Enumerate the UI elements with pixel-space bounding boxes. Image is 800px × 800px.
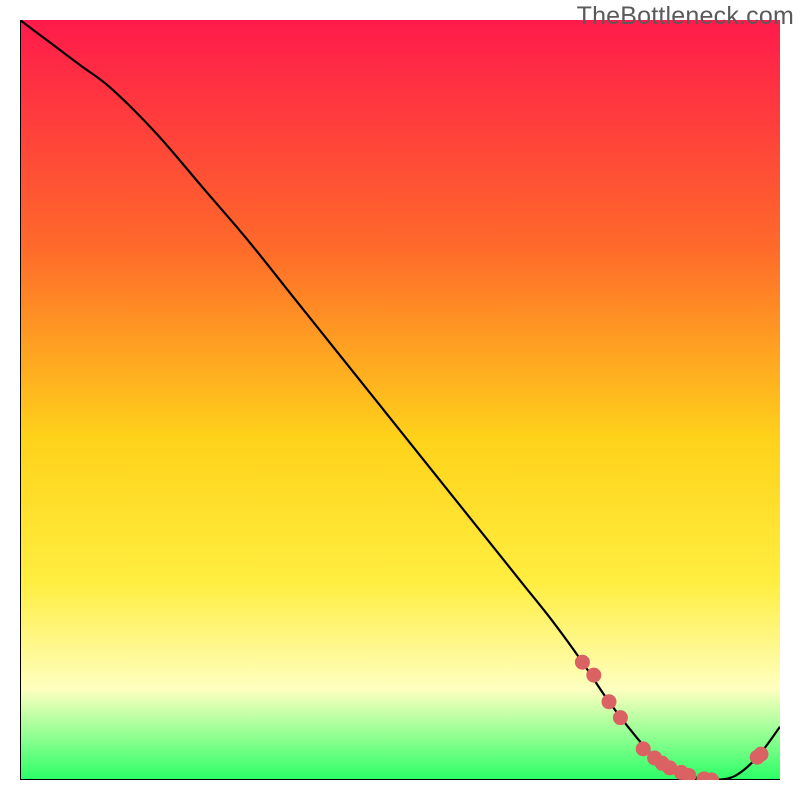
- marker-point: [586, 668, 601, 683]
- plot-area: [20, 20, 780, 780]
- chart-svg: [20, 20, 780, 780]
- marker-point: [575, 655, 590, 670]
- marker-point: [754, 747, 769, 762]
- chart-container: TheBottleneck.com: [0, 0, 800, 800]
- watermark-text: TheBottleneck.com: [577, 2, 794, 31]
- marker-point: [613, 710, 628, 725]
- gradient-background: [20, 20, 780, 780]
- marker-point: [602, 694, 617, 709]
